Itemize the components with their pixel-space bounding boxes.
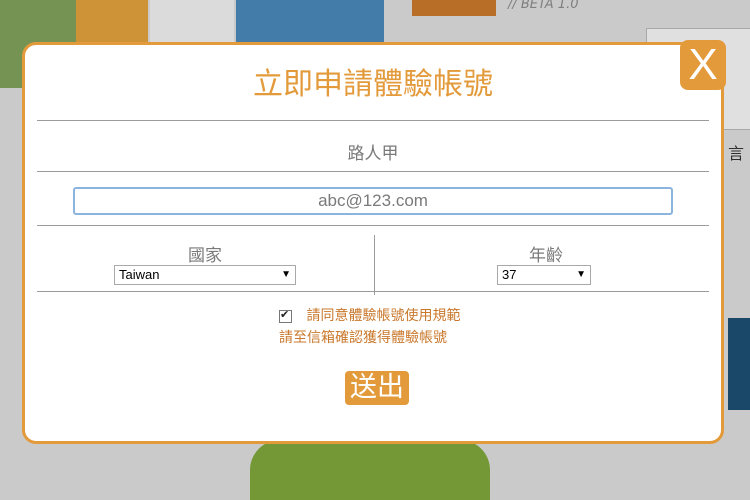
divider: [37, 120, 709, 121]
close-button[interactable]: X: [680, 40, 726, 90]
agree-label[interactable]: 請同意體驗帳號使用規範: [306, 308, 460, 324]
agree-row: 請同意體驗帳號使用規範: [279, 305, 460, 325]
country-label: 國家: [188, 246, 222, 266]
country-select-value: Taiwan: [119, 267, 160, 282]
dropdown-arrow-icon: ▼: [576, 269, 586, 280]
age-label: 年齡: [529, 246, 563, 266]
divider: [37, 291, 709, 292]
dropdown-arrow-icon: ▼: [281, 269, 291, 280]
column-divider: [374, 235, 375, 295]
age-select-value: 37: [502, 267, 517, 282]
divider: [37, 225, 709, 226]
agree-checkbox[interactable]: [279, 308, 292, 323]
divider: [37, 171, 709, 172]
country-select[interactable]: Taiwan ▼: [114, 265, 296, 285]
modal-title: 立即申請體驗帳號: [253, 67, 493, 102]
age-select[interactable]: 37 ▼: [497, 265, 591, 285]
email-field[interactable]: abc@123.com: [73, 187, 673, 215]
submit-button[interactable]: 送出: [345, 371, 409, 405]
confirm-email-text: 請至信箱確認獲得體驗帳號: [279, 330, 447, 346]
name-field[interactable]: 路人甲: [37, 139, 709, 164]
signup-modal: 立即申請體驗帳號 路人甲 abc@123.com 國家 Taiwan ▼ 年齡 …: [22, 42, 724, 444]
